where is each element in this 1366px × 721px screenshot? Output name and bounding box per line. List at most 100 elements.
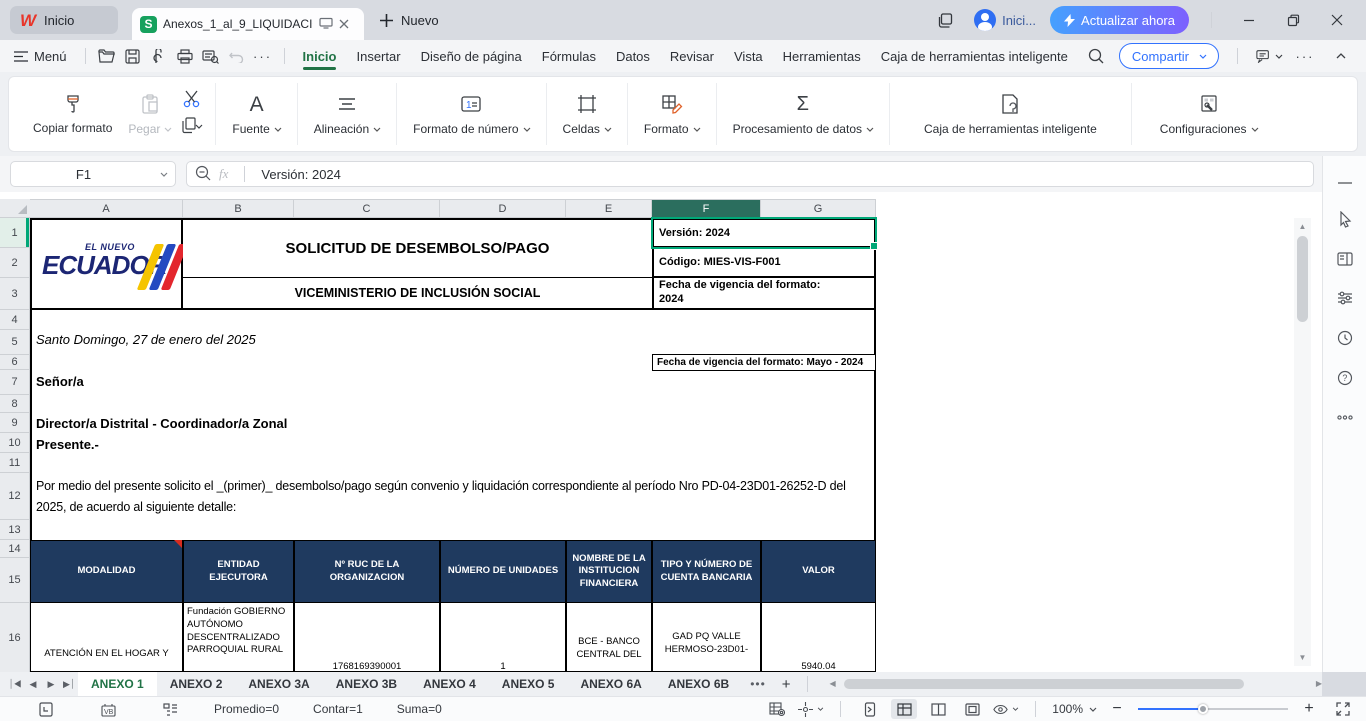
validity-cell[interactable]: Fecha de vigencia del formato: 2024	[652, 278, 876, 310]
more-quick-actions-icon[interactable]: ···	[250, 45, 276, 67]
version-cell-selected[interactable]: Versión: 2024	[652, 218, 876, 248]
reading-mode-icon[interactable]	[993, 699, 1019, 719]
row-header-2[interactable]: 2	[0, 248, 30, 278]
outline-icon[interactable]	[158, 699, 182, 719]
row-header-15[interactable]: 15	[0, 558, 30, 603]
sheet-tab-anexo-3b[interactable]: ANEXO 3B	[323, 672, 410, 696]
column-header-d[interactable]: D	[440, 199, 566, 218]
menu-item-inicio[interactable]: Inicio	[293, 40, 347, 72]
data-processing-button[interactable]: Σ Procesamiento de datos	[727, 90, 879, 138]
zoom-slider-handle[interactable]	[1198, 704, 1208, 714]
row-header-3[interactable]: 3	[0, 278, 30, 310]
selection-cursor-icon[interactable]	[1334, 208, 1356, 230]
logo-cell[interactable]: EL NUEVO ECUADOR	[30, 218, 183, 310]
menu-item-diseno[interactable]: Diseño de página	[411, 40, 532, 72]
row-header-11[interactable]: 11	[0, 453, 30, 473]
body-text[interactable]: Por medio del presente solicito el _(pri…	[36, 476, 872, 518]
menu-item-caja-herramientas[interactable]: Caja de herramientas inteligente	[871, 40, 1078, 72]
column-header-c[interactable]: C	[294, 199, 440, 218]
row-header-10[interactable]: 10	[0, 433, 30, 453]
page-layout-view-icon[interactable]	[959, 699, 985, 719]
cell-modalidad[interactable]: ATENCIÓN EN EL HOGAR Y	[30, 603, 183, 672]
cells-button[interactable]: Celdas	[557, 90, 617, 138]
menu-item-vista[interactable]: Vista	[724, 40, 773, 72]
scroll-right-icon[interactable]: ▶	[1316, 679, 1322, 688]
more-panels-icon[interactable]	[1334, 406, 1356, 428]
row-header-14[interactable]: 14	[0, 540, 30, 558]
document-subtitle-cell[interactable]: VICEMINISTERIO DE INCLUSIÓN SOCIAL	[183, 278, 652, 310]
row-header-9[interactable]: 9	[0, 413, 30, 433]
horizontal-scrollbar[interactable]: ◀ ▶	[830, 677, 1323, 691]
settings-button[interactable]: Configuraciones	[1154, 90, 1264, 138]
adjust-settings-icon[interactable]	[1334, 287, 1356, 309]
document-tab[interactable]: S Anexos_1_al_9_LIQUIDACIONE	[132, 8, 364, 40]
history-clock-icon[interactable]	[1334, 327, 1356, 349]
table-header-institucion[interactable]: NOMBRE DE LA INSTITUCION FINANCIERA	[566, 540, 652, 603]
sheet-tab-anexo-3a[interactable]: ANEXO 3A	[235, 672, 322, 696]
row-header-1[interactable]: 1	[0, 218, 30, 248]
cell-cuenta[interactable]: GAD PQ VALLE HERMOSO-23D01-	[652, 603, 761, 672]
sheet-tab-anexo-6b[interactable]: ANEXO 6B	[655, 672, 742, 696]
format-button[interactable]: Formato	[638, 90, 706, 138]
menu-item-datos[interactable]: Datos	[606, 40, 660, 72]
salutation-text[interactable]: Señor/a	[36, 374, 84, 389]
table-header-valor[interactable]: VALOR	[761, 540, 876, 603]
add-sheet-icon[interactable]: +	[774, 676, 799, 693]
comments-icon[interactable]	[1256, 45, 1282, 67]
copy-icon[interactable]	[181, 117, 205, 139]
cell-institucion[interactable]: BCE - BANCO CENTRAL DEL	[566, 603, 652, 672]
open-folder-icon[interactable]	[94, 45, 120, 67]
name-box[interactable]: F1	[10, 161, 176, 187]
column-header-f-selected[interactable]: F	[652, 199, 761, 218]
table-header-cuenta[interactable]: TIPO Y NÚMERO DE CUENTA BANCARIA	[652, 540, 761, 603]
vertical-scrollbar-thumb[interactable]	[1297, 236, 1308, 322]
update-now-button[interactable]: Actualizar ahora	[1050, 6, 1189, 34]
font-button[interactable]: A Fuente	[226, 90, 286, 138]
table-header-entidad[interactable]: ENTIDAD EJECUTORA	[183, 540, 294, 603]
home-tab[interactable]: W Inicio	[10, 6, 118, 34]
sheet-tab-anexo-6a[interactable]: ANEXO 6A	[567, 672, 654, 696]
restore-button[interactable]	[1278, 5, 1308, 35]
scroll-left-icon[interactable]: ◀	[830, 679, 836, 688]
screen-share-icon[interactable]	[319, 17, 333, 32]
sheet-tab-anexo-5[interactable]: ANEXO 5	[489, 672, 568, 696]
print-icon[interactable]	[172, 45, 198, 67]
scroll-down-icon[interactable]: ▼	[1296, 651, 1309, 664]
zoom-formula-icon[interactable]	[195, 165, 211, 184]
print-preview-icon[interactable]	[198, 45, 224, 67]
macro-icon[interactable]: VB	[96, 699, 120, 719]
menu-button[interactable]: Menú	[0, 49, 77, 64]
sheet-tab-anexo-4[interactable]: ANEXO 4	[410, 672, 489, 696]
validity-may-cell[interactable]: Fecha de vigencia del formato: Mayo - 20…	[652, 354, 876, 371]
page-break-view-icon[interactable]	[925, 699, 951, 719]
vertical-scrollbar[interactable]: ▲ ▼	[1294, 218, 1311, 666]
column-header-e[interactable]: E	[566, 199, 652, 218]
help-icon[interactable]: ?	[1334, 367, 1356, 389]
sheet-canvas[interactable]: A B C D E F G 1 2 3 4 5 6 7 8 9 10 11 12…	[0, 192, 1322, 672]
column-header-g[interactable]: G	[761, 199, 876, 218]
select-all-corner[interactable]	[0, 199, 30, 218]
table-header-unidades[interactable]: NÚMERO DE UNIDADES	[440, 540, 566, 603]
cell-entidad[interactable]: Fundación GOBIERNO AUTÓNOMO DESCENTRALIZ…	[183, 603, 294, 672]
next-sheet-icon[interactable]: ▶	[42, 675, 60, 693]
sheet-tab-anexo-2[interactable]: ANEXO 2	[157, 672, 236, 696]
first-sheet-icon[interactable]: ⏐◀	[6, 675, 24, 693]
more-sheets-icon[interactable]: •••	[742, 677, 774, 691]
normal-view-icon[interactable]	[891, 699, 917, 719]
row-header-5[interactable]: 5	[0, 330, 30, 355]
table-header-modalidad[interactable]: MODALIDAD	[30, 540, 183, 603]
export-pdf-icon[interactable]	[146, 45, 172, 67]
mobile-view-icon[interactable]	[857, 699, 883, 719]
number-format-button[interactable]: 1 Formato de número	[407, 90, 535, 138]
save-icon[interactable]	[120, 45, 146, 67]
row-header-7[interactable]: 7	[0, 370, 30, 395]
code-cell[interactable]: Código: MIES-VIS-F001	[652, 248, 876, 278]
scroll-up-icon[interactable]: ▲	[1296, 220, 1309, 233]
zoom-out-icon[interactable]: −	[1104, 699, 1130, 719]
horizontal-scrollbar-thumb[interactable]	[844, 679, 1244, 689]
row-header-6[interactable]: 6	[0, 355, 30, 370]
sheet-tab-anexo-1[interactable]: ANEXO 1	[78, 672, 157, 696]
zoom-level-button[interactable]: 100%	[1052, 702, 1096, 716]
last-sheet-icon[interactable]: ▶⏐	[60, 675, 78, 693]
paste-button[interactable]: Pegar	[122, 90, 177, 138]
